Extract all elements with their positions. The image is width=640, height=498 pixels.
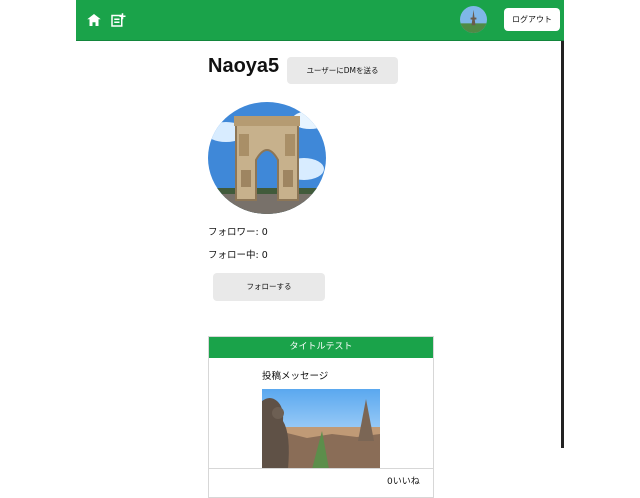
user-avatar[interactable]	[460, 6, 487, 33]
following-count: フォロー中: 0	[208, 250, 268, 261]
post-title: タイトルテスト	[209, 337, 433, 358]
post-message: 投稿メッセージ	[262, 371, 329, 382]
profile-avatar-image	[208, 102, 326, 214]
top-navigation-bar: ログアウト	[76, 0, 564, 41]
followers-count: フォロワー: 0	[208, 227, 268, 238]
frame-border	[561, 40, 564, 448]
follow-button[interactable]: フォローする	[213, 273, 325, 301]
new-post-icon[interactable]	[109, 11, 127, 29]
profile-username: Naoya5	[208, 55, 280, 77]
post-image	[262, 389, 380, 469]
send-dm-button[interactable]: ユーザーにDMを送る	[287, 57, 398, 84]
logout-button[interactable]: ログアウト	[504, 8, 560, 31]
home-icon[interactable]	[85, 11, 103, 29]
like-count[interactable]: 0いいね	[387, 474, 420, 487]
right-empty-area	[564, 0, 640, 480]
post-card-divider	[209, 468, 433, 469]
left-gutter	[0, 0, 76, 480]
post-card: タイトルテスト 投稿メッセージ 0いいね	[208, 336, 434, 498]
